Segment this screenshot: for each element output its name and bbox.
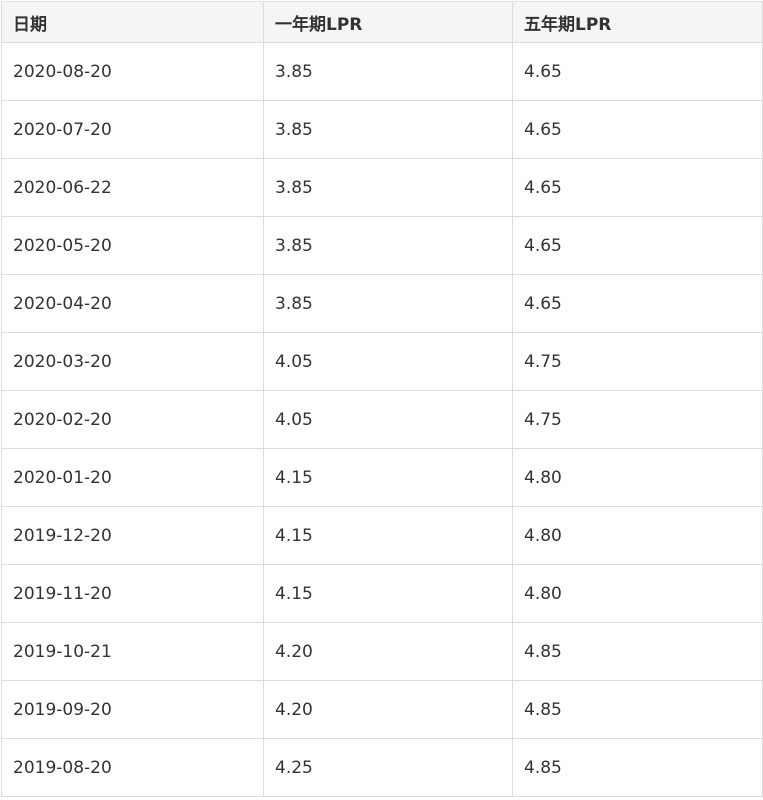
table-header: 日期 一年期LPR 五年期LPR [1, 1, 763, 43]
cell-date: 2020-08-20 [1, 42, 264, 101]
table-row: 2020-01-20 4.15 4.80 [1, 448, 763, 507]
cell-one-year-lpr: 3.85 [263, 42, 513, 101]
cell-date: 2020-01-20 [1, 448, 264, 507]
cell-date: 2020-02-20 [1, 390, 264, 449]
cell-one-year-lpr: 4.20 [263, 680, 513, 739]
cell-date: 2019-08-20 [1, 738, 264, 797]
cell-date: 2019-11-20 [1, 564, 264, 623]
cell-five-year-lpr: 4.80 [512, 506, 763, 565]
table-row: 2020-07-20 3.85 4.65 [1, 100, 763, 159]
cell-one-year-lpr: 3.85 [263, 100, 513, 159]
cell-five-year-lpr: 4.85 [512, 622, 763, 681]
cell-one-year-lpr: 4.15 [263, 506, 513, 565]
cell-one-year-lpr: 3.85 [263, 274, 513, 333]
cell-date: 2019-09-20 [1, 680, 264, 739]
cell-five-year-lpr: 4.80 [512, 564, 763, 623]
cell-one-year-lpr: 4.05 [263, 390, 513, 449]
table-row: 2019-11-20 4.15 4.80 [1, 564, 763, 623]
lpr-table: 日期 一年期LPR 五年期LPR 2020-08-20 3.85 4.65 20… [1, 1, 763, 797]
header-five-year-lpr: 五年期LPR [512, 1, 763, 43]
cell-date: 2019-10-21 [1, 622, 264, 681]
cell-one-year-lpr: 3.85 [263, 216, 513, 275]
table-row: 2020-04-20 3.85 4.65 [1, 274, 763, 333]
cell-one-year-lpr: 4.25 [263, 738, 513, 797]
cell-one-year-lpr: 4.20 [263, 622, 513, 681]
lpr-table-container: 日期 一年期LPR 五年期LPR 2020-08-20 3.85 4.65 20… [1, 1, 763, 797]
cell-five-year-lpr: 4.85 [512, 738, 763, 797]
table-row: 2019-09-20 4.20 4.85 [1, 680, 763, 739]
cell-one-year-lpr: 4.05 [263, 332, 513, 391]
header-row: 日期 一年期LPR 五年期LPR [1, 1, 763, 43]
cell-one-year-lpr: 4.15 [263, 448, 513, 507]
table-row: 2020-03-20 4.05 4.75 [1, 332, 763, 391]
cell-date: 2020-03-20 [1, 332, 264, 391]
cell-date: 2020-05-20 [1, 216, 264, 275]
table-row: 2019-08-20 4.25 4.85 [1, 738, 763, 797]
table-row: 2020-06-22 3.85 4.65 [1, 158, 763, 217]
cell-five-year-lpr: 4.65 [512, 100, 763, 159]
cell-five-year-lpr: 4.75 [512, 332, 763, 391]
cell-date: 2020-06-22 [1, 158, 264, 217]
cell-five-year-lpr: 4.85 [512, 680, 763, 739]
cell-five-year-lpr: 4.75 [512, 390, 763, 449]
header-date: 日期 [1, 1, 264, 43]
cell-five-year-lpr: 4.65 [512, 216, 763, 275]
cell-five-year-lpr: 4.65 [512, 42, 763, 101]
table-body: 2020-08-20 3.85 4.65 2020-07-20 3.85 4.6… [1, 42, 763, 797]
cell-date: 2020-07-20 [1, 100, 264, 159]
table-row: 2020-05-20 3.85 4.65 [1, 216, 763, 275]
cell-five-year-lpr: 4.80 [512, 448, 763, 507]
cell-five-year-lpr: 4.65 [512, 274, 763, 333]
table-row: 2019-12-20 4.15 4.80 [1, 506, 763, 565]
table-row: 2020-08-20 3.85 4.65 [1, 42, 763, 101]
table-row: 2020-02-20 4.05 4.75 [1, 390, 763, 449]
cell-date: 2020-04-20 [1, 274, 264, 333]
cell-date: 2019-12-20 [1, 506, 264, 565]
cell-one-year-lpr: 4.15 [263, 564, 513, 623]
table-row: 2019-10-21 4.20 4.85 [1, 622, 763, 681]
header-one-year-lpr: 一年期LPR [263, 1, 513, 43]
cell-one-year-lpr: 3.85 [263, 158, 513, 217]
cell-five-year-lpr: 4.65 [512, 158, 763, 217]
